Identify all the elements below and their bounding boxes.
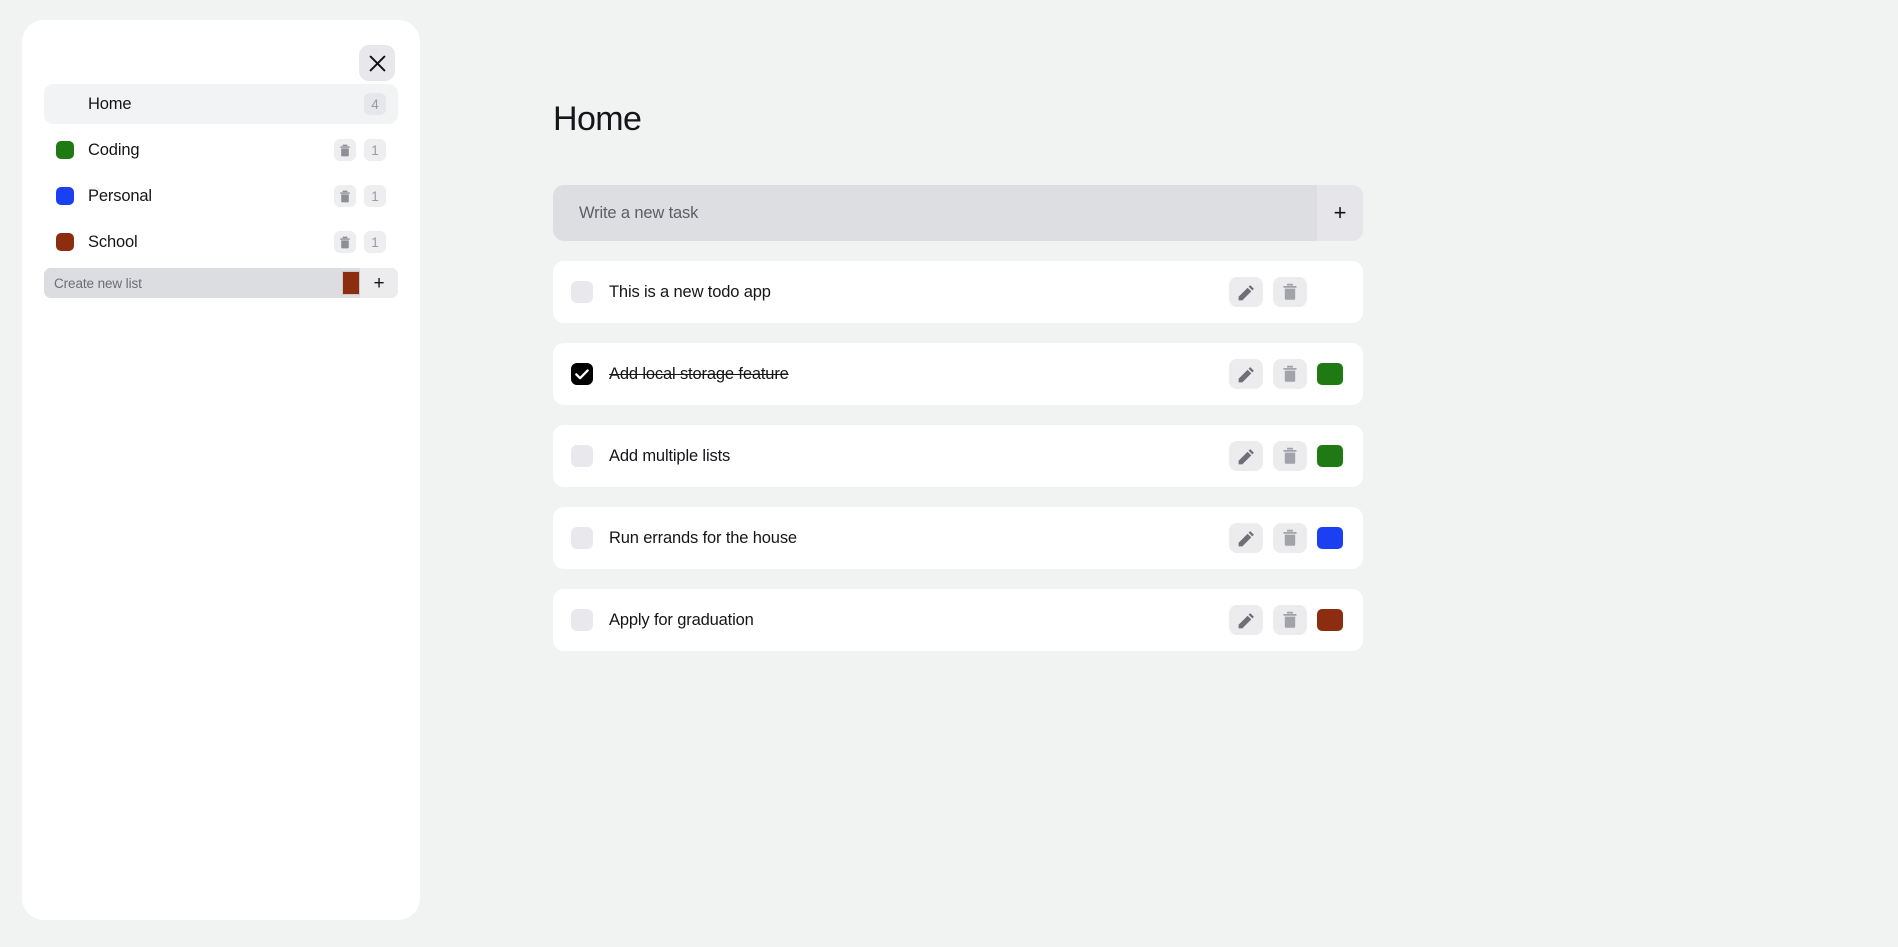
task-checkbox[interactable] [571,445,593,467]
check-icon [575,369,589,380]
task-checkbox[interactable] [571,363,593,385]
page-title: Home [553,100,1363,139]
trash-icon [1282,283,1298,301]
task-label: Add local storage feature [609,365,1219,384]
delete-list-button[interactable] [334,139,356,161]
task-color-tag [1317,363,1343,385]
delete-task-button[interactable] [1273,441,1307,471]
list-count-badge: 1 [364,185,386,207]
delete-task-button[interactable] [1273,277,1307,307]
create-list-color-picker[interactable] [342,271,360,295]
task-color-tag [1317,527,1343,549]
lists-container: Home4 Coding 1 Personal 1 School 1 [44,84,398,262]
task-checkbox[interactable] [571,281,593,303]
delete-task-button[interactable] [1273,359,1307,389]
sidebar-list-item[interactable]: Home4 [44,84,398,124]
sidebar-panel: Home4 Coding 1 Personal 1 School 1 + [22,20,420,920]
new-task-input[interactable] [553,185,1317,241]
task-color-tag [1317,445,1343,467]
delete-task-button[interactable] [1273,605,1307,635]
task-color-tag [1317,609,1343,631]
edit-task-button[interactable] [1229,277,1263,307]
close-icon [369,55,386,72]
list-count-badge: 1 [364,139,386,161]
create-list-row: + [44,268,398,298]
sidebar-list-item[interactable]: Coding 1 [44,130,398,170]
list-color-swatch-placeholder [56,95,74,113]
task-row: Apply for graduation [553,589,1363,651]
task-list: This is a new todo app Add local storage … [553,261,1363,651]
sidebar-header [22,20,420,84]
create-list-input[interactable] [44,268,342,298]
task-label: Apply for graduation [609,611,1219,630]
task-checkbox[interactable] [571,527,593,549]
sidebar-list-label: Home [88,95,364,114]
task-row: Add local storage feature [553,343,1363,405]
edit-task-button[interactable] [1229,359,1263,389]
list-color-swatch [56,187,74,205]
pencil-icon [1238,366,1255,383]
create-list-add-button[interactable]: + [360,268,398,298]
trash-icon [1282,447,1298,465]
list-count-badge: 1 [364,231,386,253]
task-checkbox[interactable] [571,609,593,631]
task-label: This is a new todo app [609,283,1219,302]
pencil-icon [1238,284,1255,301]
trash-icon [339,144,351,157]
edit-task-button[interactable] [1229,441,1263,471]
list-color-swatch [56,141,74,159]
edit-task-button[interactable] [1229,605,1263,635]
app-root: Home4Coding1Personal1School1 + Home + Th… [0,0,1898,947]
task-row: Add multiple lists [553,425,1363,487]
main-content: Home + This is a new todo app Add local s… [553,0,1363,671]
edit-task-button[interactable] [1229,523,1263,553]
add-task-button[interactable]: + [1317,185,1363,241]
trash-icon [1282,529,1298,547]
sidebar-list-label: School [88,233,334,252]
sidebar-list-label: Coding [88,141,334,160]
sidebar-list-label: Personal [88,187,334,206]
sidebar-list-item[interactable]: School 1 [44,222,398,262]
task-label: Run errands for the house [609,529,1219,548]
task-row: This is a new todo app [553,261,1363,323]
list-count-badge: 4 [364,93,386,115]
pencil-icon [1238,530,1255,547]
trash-icon [1282,365,1298,383]
pencil-icon [1238,448,1255,465]
task-label: Add multiple lists [609,447,1219,466]
list-color-swatch [56,233,74,251]
trash-icon [339,236,351,249]
delete-list-button[interactable] [334,231,356,253]
new-task-bar: + [553,185,1363,241]
sidebar-list-item[interactable]: Personal 1 [44,176,398,216]
pencil-icon [1238,612,1255,629]
list-navigation: Home4 Coding 1 Personal 1 School 1 + [22,84,420,298]
delete-task-button[interactable] [1273,523,1307,553]
delete-list-button[interactable] [334,185,356,207]
trash-icon [339,190,351,203]
close-sidebar-button[interactable] [359,45,395,81]
task-row: Run errands for the house [553,507,1363,569]
trash-icon [1282,611,1298,629]
